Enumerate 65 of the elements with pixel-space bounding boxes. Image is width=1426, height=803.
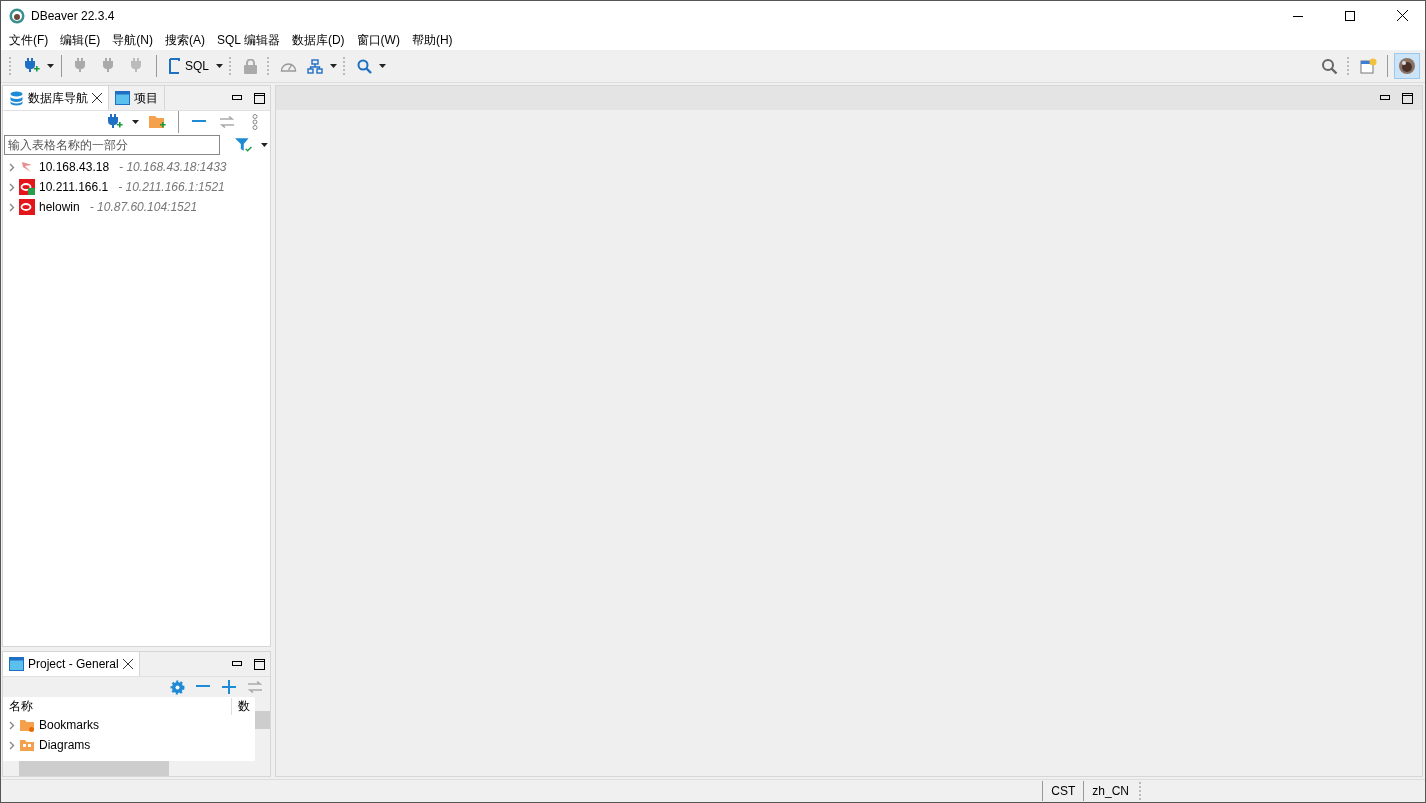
menu-item[interactable]: 窗口(W) (350, 31, 406, 49)
column-header[interactable]: 名称 (3, 697, 232, 715)
panel-tab[interactable]: Project - General (3, 652, 140, 676)
maximize-icon[interactable] (253, 92, 265, 104)
horizontal-scrollbar[interactable] (3, 761, 270, 776)
more-vertical-icon (252, 114, 258, 130)
search-icon (356, 58, 372, 74)
sql-editor-button[interactable]: SQL (164, 54, 212, 78)
close-icon (1396, 10, 1408, 21)
close-icon (122, 659, 133, 669)
minimize-icon[interactable] (232, 661, 242, 667)
lock-icon (243, 58, 257, 74)
swap-arrows-icon (219, 116, 235, 128)
caret-icon[interactable] (379, 63, 386, 69)
minimize-icon[interactable] (1380, 95, 1390, 101)
panel-tab[interactable]: 数据库导航 (3, 86, 109, 110)
window-icon (9, 657, 24, 671)
maximize-icon (1345, 10, 1355, 21)
menu-item[interactable]: 搜索(A) (159, 31, 211, 49)
menu-item[interactable]: 编辑(E) (54, 31, 107, 49)
project-item[interactable]: Bookmarks (39, 718, 100, 732)
menu-item[interactable]: 数据库(D) (285, 31, 351, 49)
column-header[interactable]: 数 (232, 697, 250, 715)
search-icon (1321, 57, 1338, 75)
plus-icon (222, 680, 236, 694)
connection-address: - 10.87.60.104:1521 (89, 200, 198, 214)
minus-icon (192, 119, 206, 125)
beaver-logo-icon (1398, 57, 1416, 75)
caret-icon[interactable] (132, 119, 139, 125)
caret-icon[interactable] (47, 63, 54, 69)
gear-icon (169, 679, 185, 695)
locale-status: zh_CN (1083, 781, 1137, 801)
maximize-icon[interactable] (1401, 92, 1413, 104)
database-icon (9, 90, 24, 106)
minus-icon (196, 684, 210, 690)
caret-icon[interactable] (330, 63, 337, 69)
project-item[interactable]: Diagrams (39, 738, 91, 752)
filter-field[interactable]: 输入表格名称的一部分 (4, 135, 220, 155)
connection-address: - 10.211.166.1:1521 (118, 180, 225, 194)
window-title: DBeaver 22.3.4 (31, 8, 116, 23)
maximize-icon[interactable] (253, 658, 265, 670)
sql-editor-icon (167, 58, 181, 74)
caret-icon[interactable] (216, 63, 223, 69)
timezone-status: CST (1042, 781, 1084, 801)
plug-plus-icon (22, 58, 40, 74)
hierarchy-icon (307, 58, 323, 74)
menu-item[interactable]: 帮助(H) (405, 31, 459, 49)
connection-name[interactable]: 10.211.166.1 (39, 180, 109, 194)
minimize-icon[interactable] (232, 95, 242, 101)
menu-item[interactable]: 文件(F) (3, 31, 55, 49)
perspective-button[interactable] (1395, 54, 1419, 78)
menu-item[interactable]: 导航(N) (106, 31, 159, 49)
window-plus-icon (1360, 57, 1377, 75)
plug-plus-icon (105, 114, 123, 130)
window-icon (115, 91, 130, 105)
folder-plus-icon (148, 114, 166, 130)
connection-address: - 10.168.43.18:1433 (119, 160, 227, 174)
connection-name[interactable]: 10.168.43.18 (39, 160, 110, 174)
filter-icon (234, 137, 253, 153)
menu-item[interactable]: SQL 编辑器 (211, 31, 286, 49)
caret-icon[interactable] (261, 142, 268, 148)
swap-arrows-icon (247, 681, 263, 693)
connection-name[interactable]: helowin (39, 200, 80, 214)
app-logo-icon (9, 7, 25, 24)
close-icon (92, 93, 102, 103)
